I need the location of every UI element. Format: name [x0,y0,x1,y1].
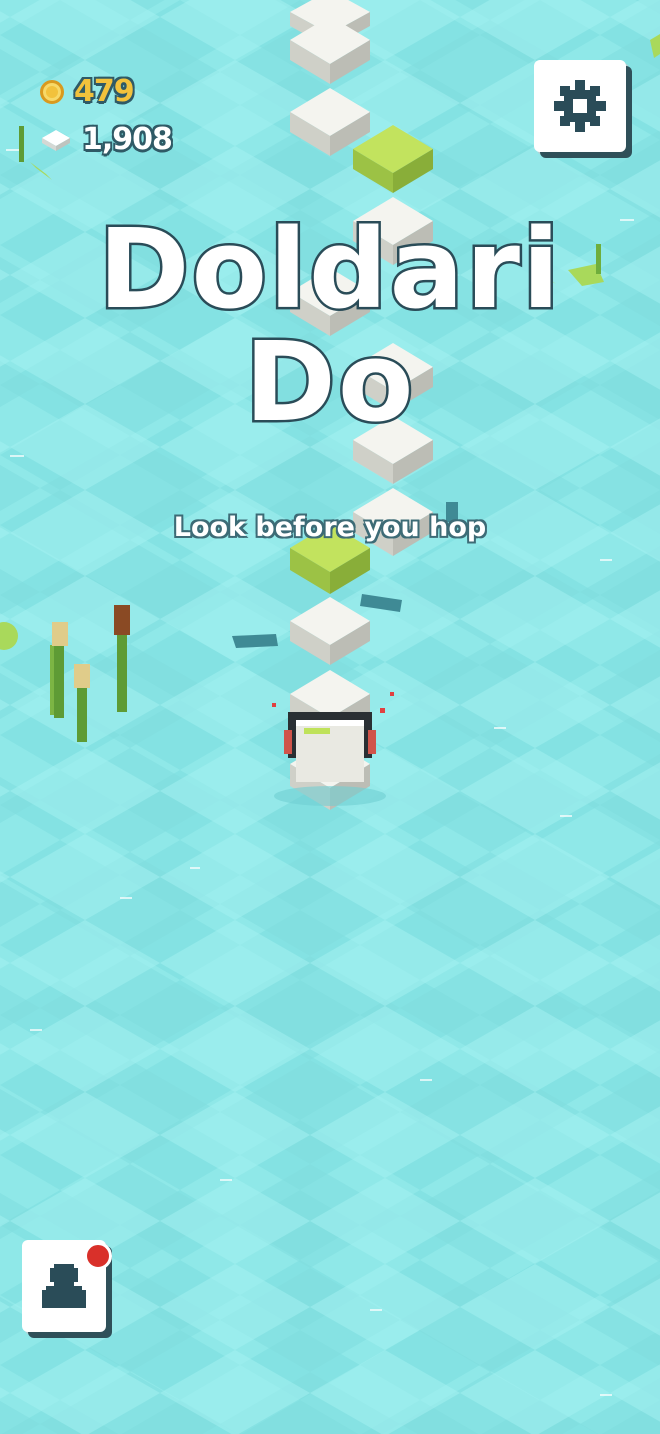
coin-icon [40,79,64,104]
settings-button[interactable] [534,60,626,152]
notification-badge [84,1242,112,1270]
game-tagline: Look before you hop [173,512,487,543]
sugar-cube-count: 1,908 [82,122,173,157]
game-title-line-1: Doldari [96,203,563,336]
sugar-cube-counter: 1,908 [40,122,173,157]
coin-count: 479 [74,74,135,109]
sugar-cube-icon [42,129,70,151]
game-title-line-2: Do [242,316,416,449]
person-icon [42,1264,86,1308]
coin-counter: 479 [40,74,135,109]
profile-button[interactable] [22,1240,112,1332]
gear-icon [554,80,606,132]
